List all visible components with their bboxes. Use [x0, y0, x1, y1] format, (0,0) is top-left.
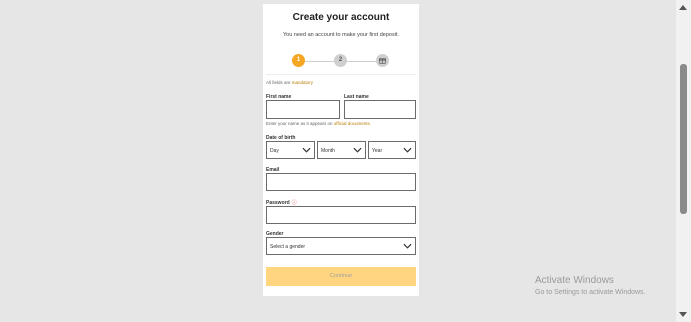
chevron-down-icon: [353, 147, 362, 153]
step-connector: [305, 61, 334, 62]
dob-year-select[interactable]: Year: [368, 141, 416, 159]
gender-select[interactable]: Select a gender: [266, 237, 416, 255]
first-name-field[interactable]: [266, 100, 340, 119]
mandatory-note-text: All fields are: [266, 80, 292, 85]
divider: [266, 74, 416, 75]
password-field[interactable]: [266, 206, 416, 224]
page-subtitle: You need an account to make your first d…: [283, 32, 399, 38]
email-field[interactable]: [266, 173, 416, 191]
watermark-title: Activate Windows: [535, 275, 614, 286]
page-title: Create your account: [292, 12, 390, 23]
vertical-scrollbar[interactable]: [676, 0, 691, 322]
chevron-down-icon: [403, 243, 412, 249]
dob-month-select[interactable]: Month: [317, 141, 366, 159]
progress-stepper: 1 2: [292, 54, 390, 68]
last-name-field[interactable]: [344, 100, 416, 119]
scroll-down-icon[interactable]: [679, 312, 687, 317]
name-hint-accent: official documents.: [333, 121, 371, 126]
watermark-subtitle: Go to Settings to activate Windows.: [535, 289, 646, 296]
step-2: 2: [334, 54, 347, 67]
chevron-down-icon: [302, 147, 311, 153]
mandatory-note-accent: mandatory: [291, 80, 314, 85]
dob-month-value: Month: [321, 148, 335, 154]
scroll-up-icon[interactable]: [679, 5, 687, 10]
step-1: 1: [292, 54, 305, 67]
browser-viewport: Create your account You need an account …: [0, 0, 691, 322]
scrollbar-thumb[interactable]: [680, 64, 687, 214]
windows-activation-watermark: Activate Windows Go to Settings to activ…: [535, 275, 646, 298]
dob-day-value: Day: [270, 148, 279, 154]
gender-value: Select a gender: [270, 244, 306, 250]
continue-button[interactable]: Continue: [266, 267, 416, 286]
step-connector: [347, 61, 376, 62]
name-hint-text: Enter your name as it appears on: [266, 121, 334, 126]
dob-day-select[interactable]: Day: [266, 141, 315, 159]
step-3: [376, 54, 389, 67]
gift-icon: [379, 58, 386, 64]
name-hint: Enter your name as it appears on officia…: [266, 121, 371, 126]
signup-card: Create your account You need an account …: [263, 4, 419, 296]
chevron-down-icon: [403, 147, 412, 153]
dob-year-value: Year: [372, 148, 383, 154]
password-label: Password ⓘ: [266, 199, 297, 206]
mandatory-note: All fields are mandatory: [266, 80, 313, 85]
